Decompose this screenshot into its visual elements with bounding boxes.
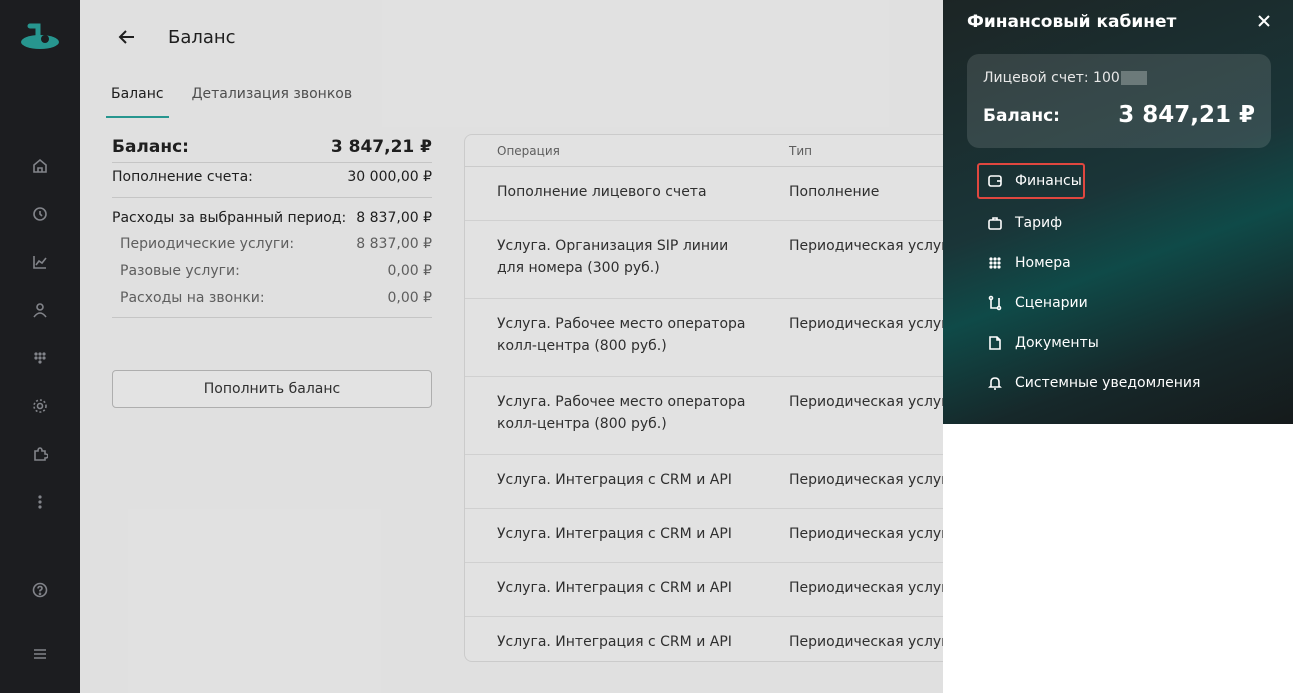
account-number-label: Лицевой счет: 100 — [983, 70, 1120, 86]
panel-title: Финансовый кабинет — [967, 12, 1177, 32]
menu-item-numbers[interactable]: Номера — [977, 243, 1200, 283]
wallet-icon — [988, 175, 1002, 187]
menu-item-label: Финансы — [1015, 173, 1082, 189]
menu-item-label: Сценарии — [1015, 295, 1088, 311]
menu-item-finance[interactable]: Финансы — [977, 163, 1085, 199]
document-icon — [989, 336, 1001, 350]
modal-backdrop[interactable] — [0, 0, 943, 693]
panel-menu: Финансы Тариф Номера Сценарии Документы … — [977, 163, 1200, 403]
menu-item-scenarios[interactable]: Сценарии — [977, 283, 1200, 323]
menu-item-label: Документы — [1015, 335, 1099, 351]
finance-panel: Финансовый кабинет Лицевой счет: 100 Бал… — [943, 0, 1293, 424]
flow-icon — [988, 295, 1002, 311]
menu-item-label: Номера — [1015, 255, 1071, 271]
menu-item-documents[interactable]: Документы — [977, 323, 1200, 363]
panel-balance-value: 3 847,21 ₽ — [1118, 102, 1255, 128]
close-icon[interactable] — [1255, 12, 1273, 30]
panel-blank-area — [943, 424, 1293, 693]
bell-icon — [988, 377, 1002, 390]
briefcase-icon — [988, 217, 1002, 230]
menu-item-label: Тариф — [1015, 215, 1063, 231]
account-card: Лицевой счет: 100 Баланс: 3 847,21 ₽ — [967, 54, 1271, 148]
account-number-redaction — [1120, 71, 1147, 85]
dialpad-icon — [989, 257, 1001, 269]
account-number: Лицевой счет: 100 — [983, 70, 1147, 86]
panel-balance-label: Баланс: — [983, 106, 1060, 126]
menu-item-tariff[interactable]: Тариф — [977, 203, 1200, 243]
menu-item-notifications[interactable]: Системные уведомления — [977, 363, 1200, 403]
menu-item-label: Системные уведомления — [1015, 375, 1201, 391]
